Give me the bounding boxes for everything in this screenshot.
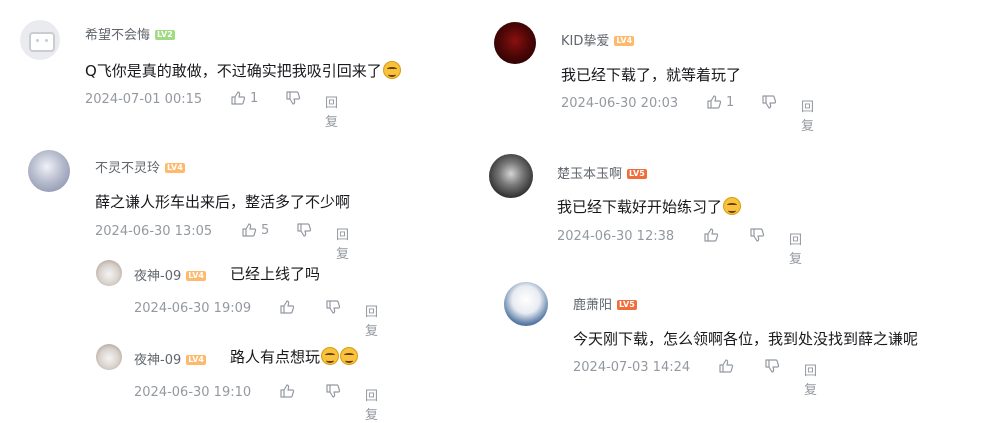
dislike-button[interactable] — [296, 222, 312, 238]
avatar[interactable] — [489, 154, 533, 198]
thumbs-up-icon — [704, 228, 719, 242]
timestamp: 2024-06-30 19:09 — [134, 301, 252, 316]
level-badge: LV4 — [614, 36, 635, 46]
reply-button[interactable]: 回复 — [804, 360, 817, 398]
dislike-button[interactable] — [761, 94, 777, 110]
username[interactable]: KID挚爱 — [561, 34, 609, 49]
dislike-button[interactable] — [749, 227, 765, 243]
username[interactable]: 希望不会悔 — [85, 28, 150, 43]
like-count: 5 — [261, 222, 270, 238]
dislike-button[interactable] — [325, 383, 341, 399]
thumbs-up-icon — [231, 91, 246, 105]
avatar[interactable] — [28, 150, 70, 192]
comment-text: 路人有点想玩 — [230, 348, 321, 366]
like-button[interactable] — [703, 227, 719, 243]
username[interactable]: 楚玉本玉啊 — [557, 167, 622, 182]
level-badge: LV5 — [617, 300, 637, 310]
comment-text: 我已经下载了，就等着玩了 — [561, 66, 742, 84]
timestamp: 2024-06-30 13:05 — [95, 224, 213, 239]
dislike-button[interactable] — [285, 90, 301, 106]
comment-text: 今天刚下载，怎么领啊各位，我到处没找到薛之谦呢 — [573, 330, 919, 348]
thumbs-down-icon — [286, 91, 301, 105]
avatar[interactable] — [504, 282, 548, 326]
dislike-button[interactable] — [325, 299, 341, 315]
thumbs-down-icon — [326, 300, 341, 314]
comment-text: 薛之谦人形车出来后，整活多了不少啊 — [95, 193, 351, 211]
thumbs-down-icon — [762, 95, 777, 109]
thumbs-up-icon — [242, 223, 257, 237]
like-count: 1 — [726, 94, 735, 110]
thumbs-up-icon — [719, 359, 734, 373]
timestamp: 2024-06-30 12:38 — [557, 229, 675, 244]
thumbs-up-icon — [707, 95, 722, 109]
comment-text: 已经上线了吗 — [230, 265, 321, 283]
emoji-icon — [382, 61, 401, 79]
emoji-icon — [321, 347, 340, 365]
username[interactable]: 夜神-09 — [134, 269, 181, 284]
timestamp: 2024-06-30 19:10 — [134, 385, 252, 400]
level-badge: LV4 — [186, 271, 206, 281]
username[interactable]: 不灵不灵玲 — [95, 161, 160, 176]
like-button[interactable] — [718, 358, 734, 374]
thumbs-down-icon — [326, 384, 341, 398]
avatar[interactable] — [20, 20, 60, 60]
comment-text: 我已经下载好开始练习了 — [557, 198, 723, 216]
emoji-icon — [340, 347, 359, 365]
level-badge: LV4 — [186, 355, 206, 365]
avatar[interactable] — [96, 344, 122, 370]
reply-button[interactable]: 回复 — [365, 385, 378, 423]
reply-button[interactable]: 回复 — [365, 301, 378, 339]
level-badge: LV4 — [165, 163, 185, 173]
like-count: 1 — [250, 90, 259, 106]
like-button[interactable]: 5 — [241, 222, 269, 238]
reply-button[interactable]: 回复 — [336, 224, 349, 262]
avatar[interactable] — [494, 22, 536, 64]
reply-button[interactable]: 回复 — [789, 229, 802, 267]
timestamp: 2024-06-30 20:03 — [561, 96, 679, 111]
timestamp: 2024-07-03 14:24 — [573, 360, 691, 375]
emoji-icon — [723, 197, 742, 215]
thumbs-up-icon — [280, 384, 295, 398]
comment-text: Q飞你是真的敢做，不过确实把我吸引回来了 — [85, 62, 382, 80]
thumbs-down-icon — [297, 223, 312, 237]
tv-icon — [29, 32, 55, 52]
thumbs-down-icon — [765, 359, 780, 373]
like-button[interactable]: 1 — [230, 90, 258, 106]
thumbs-up-icon — [280, 300, 295, 314]
like-button[interactable] — [279, 383, 295, 399]
avatar[interactable] — [96, 260, 122, 286]
like-button[interactable] — [279, 299, 295, 315]
like-button[interactable]: 1 — [706, 94, 734, 110]
reply-button[interactable]: 回复 — [325, 92, 338, 130]
dislike-button[interactable] — [764, 358, 780, 374]
timestamp: 2024-07-01 00:15 — [85, 92, 203, 107]
thumbs-down-icon — [750, 228, 765, 242]
username[interactable]: 夜神-09 — [134, 353, 181, 368]
level-badge: LV5 — [627, 169, 647, 179]
level-badge: LV2 — [155, 30, 175, 40]
reply-button[interactable]: 回复 — [801, 96, 814, 134]
username[interactable]: 鹿萧阳 — [573, 298, 612, 313]
